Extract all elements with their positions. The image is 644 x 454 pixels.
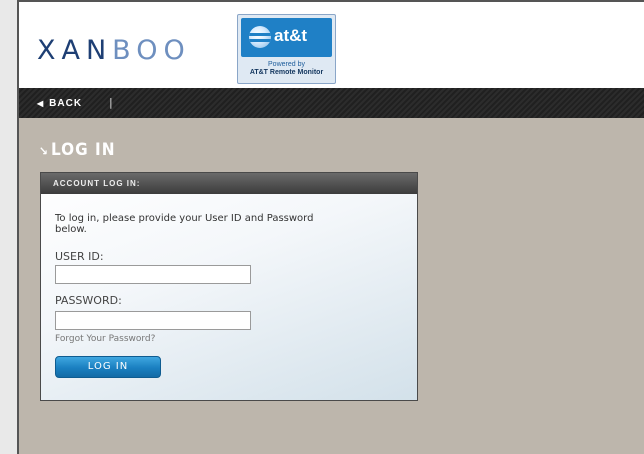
back-link[interactable]: ◀ BACK [37, 98, 82, 109]
page-title: ↘ LOG IN [39, 140, 116, 160]
nav-separator: | [109, 96, 113, 109]
top-navbar: ◀ BACK | [19, 88, 644, 118]
login-panel: ACCOUNT LOG IN: To log in, please provid… [40, 172, 418, 401]
att-logo-banner: at&t [241, 18, 332, 57]
back-label: BACK [49, 98, 83, 109]
site-header: XANBOO at&t Powered by AT&T Remote Monit… [19, 2, 644, 88]
login-panel-header: ACCOUNT LOG IN: [41, 173, 417, 194]
caret-left-icon: ◀ [37, 99, 45, 108]
att-globe-icon [249, 26, 271, 48]
att-partner-logo: at&t Powered by AT&T Remote Monitor [237, 14, 336, 84]
arrow-down-right-icon: ↘ [39, 144, 50, 158]
logo-part-dark: XAN [37, 35, 113, 66]
xanboo-logo: XANBOO [37, 35, 191, 66]
login-button[interactable]: LOG IN [55, 356, 161, 378]
powered-by-product: AT&T Remote Monitor [249, 69, 324, 76]
logo-part-light: BOO [112, 35, 191, 66]
user-id-label: USER ID: [55, 250, 104, 263]
forgot-password-link[interactable]: Forgot Your Password? [55, 334, 155, 344]
password-label: PASSWORD: [55, 294, 122, 307]
user-id-input[interactable] [55, 265, 251, 284]
page-frame: XANBOO at&t Powered by AT&T Remote Monit… [17, 0, 644, 454]
password-input[interactable] [55, 311, 251, 330]
powered-by-label: Powered by [268, 61, 305, 68]
att-logo-text: at&t [274, 26, 308, 45]
login-intro-text: To log in, please provide your User ID a… [55, 213, 314, 235]
login-panel-heading: ACCOUNT LOG IN: [53, 179, 141, 188]
page-title-text: LOG IN [51, 140, 116, 160]
powered-by-text: Powered by AT&T Remote Monitor [238, 61, 335, 77]
